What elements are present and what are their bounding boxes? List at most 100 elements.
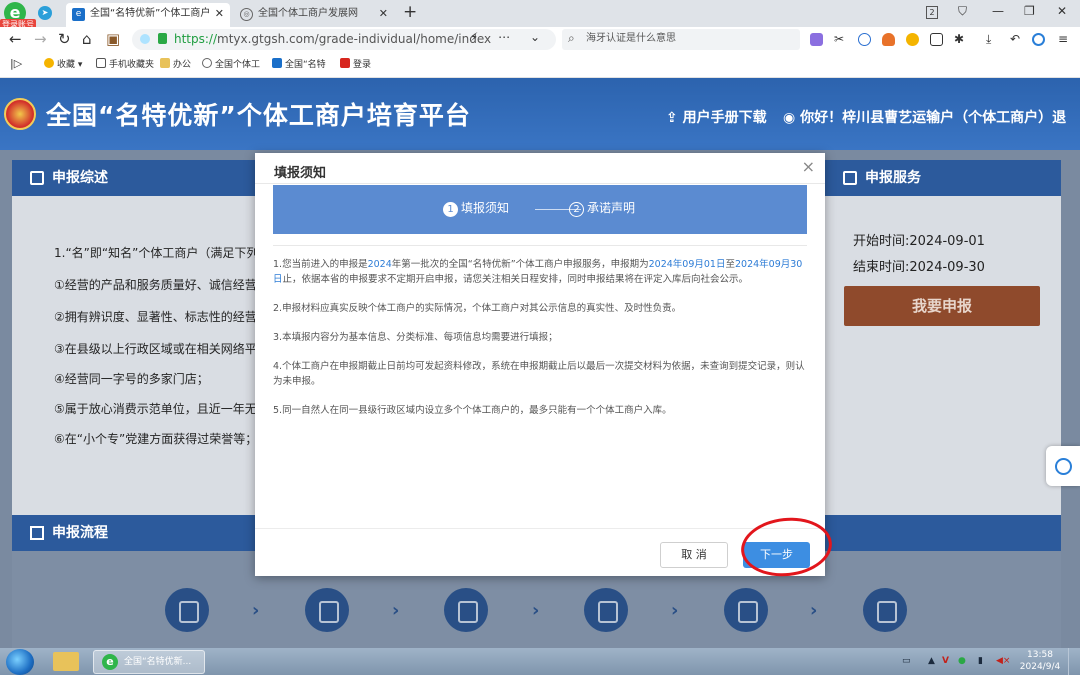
taskbar-browser-task[interactable]: e 全国“名特优新...: [93, 650, 205, 674]
sidebar-toggle-icon[interactable]: |▷: [10, 58, 22, 70]
url-tools[interactable]: ⚡ ⋯ ⌄: [470, 30, 548, 44]
tab-inactive[interactable]: ◎ 全国个体工商户发展网 ✕: [234, 3, 394, 27]
fox-extension-icon[interactable]: [882, 33, 895, 46]
tab-close-icon[interactable]: ✕: [215, 3, 224, 25]
user-icon: ◉: [783, 110, 801, 126]
flow-step-edit-icon[interactable]: [444, 588, 488, 632]
notice-dialog: 填报须知 × 1 填报须知 2 承诺声明 1.您当前进入的申报是2024年第一批次的…: [255, 153, 825, 576]
puzzle-icon[interactable]: ✱: [954, 33, 967, 46]
apply-button[interactable]: 我要申报: [844, 286, 1040, 326]
file-explorer-icon[interactable]: [53, 652, 79, 671]
close-icon[interactable]: ×: [802, 159, 815, 175]
screen-icon[interactable]: [930, 33, 943, 46]
overview-line: ④经营同一字号的多家门店；: [54, 372, 209, 386]
start-button[interactable]: [6, 649, 34, 675]
bookmarks-bar: |▷ 收藏 ▾ 手机收藏夹 办公 全国个体工 全国“名特 登录: [0, 52, 1080, 78]
notice-item-3: 3.本填报内容分为基本信息、分类标准、每项信息均需要进行填报；: [273, 332, 558, 343]
security-shield-icon: [140, 34, 150, 44]
undo-icon[interactable]: ↶: [1010, 33, 1023, 46]
overview-card-header: 申报综述: [12, 160, 260, 196]
flow-arrow-icon: ›: [392, 600, 400, 621]
url-text: mtyx.gtgsh.com/grade-individual/home/ind…: [217, 32, 492, 46]
compass-icon[interactable]: [858, 33, 871, 46]
bookmark-site1[interactable]: 全国个体工: [202, 58, 260, 71]
folder-icon: [160, 58, 170, 68]
tab-title: 全国“名特优新”个体工商户: [90, 8, 211, 19]
briefcase-icon[interactable]: ▣: [106, 30, 120, 48]
tab-active[interactable]: e 全国“名特优新”个体工商户 ✕: [66, 3, 230, 27]
shirt-skin-icon[interactable]: ⛉: [958, 4, 967, 19]
divider: [255, 183, 825, 184]
notice-item-5: 5.同一自然人在同一县级行政区域内设立多个个体工商户的，最多只能有一个个体工商户…: [273, 405, 672, 416]
flow-arrow-icon: ›: [252, 600, 260, 621]
lock-icon: [158, 33, 167, 44]
notice-content: 1.您当前进入的申报是2024年第一批次的全国“名特优新”个体工商户申报服务，申…: [273, 257, 807, 432]
bookmark-login[interactable]: 登录: [340, 58, 371, 71]
bookmark-mobile[interactable]: 手机收藏夹: [96, 58, 154, 71]
wechat-tray-icon[interactable]: ●: [958, 656, 966, 666]
keyboard-icon[interactable]: ▭: [902, 656, 911, 666]
show-desktop-button[interactable]: [1068, 648, 1080, 675]
document-icon: [30, 171, 44, 185]
globe-icon: [202, 58, 212, 68]
menu-icon[interactable]: ≡: [1058, 33, 1071, 46]
overview-line: 1.“名”即“知名”个体工商户（满足下列任: [54, 246, 271, 260]
floating-help-button[interactable]: [1046, 446, 1080, 486]
search-input[interactable]: 海牙认证是什么意思: [586, 32, 676, 46]
flowchart-icon: [30, 526, 44, 540]
help-icon: [1055, 458, 1072, 475]
flow-arrow-icon: ›: [671, 600, 679, 621]
forward-icon[interactable]: →: [34, 30, 47, 48]
flow-arrow-icon: ›: [810, 600, 818, 621]
manual-download-link[interactable]: ⇪ 用户手册下载: [666, 107, 767, 127]
search-icon: ⌕: [568, 31, 575, 45]
footer-divider: [255, 528, 825, 529]
telegram-icon[interactable]: ➤: [38, 6, 52, 20]
close-window-icon[interactable]: ✕: [1057, 4, 1067, 18]
flow-step-user-icon[interactable]: [305, 588, 349, 632]
bookmark-favorites[interactable]: 收藏 ▾: [44, 58, 82, 71]
party-emblem-icon: [340, 58, 350, 68]
user-greeting[interactable]: ◉ 你好！梓川县曹艺运输户（个体工商户）退: [783, 107, 1066, 127]
bookmark-site2[interactable]: 全国“名特: [272, 58, 326, 71]
service-card: 申报服务: [825, 160, 1061, 520]
volume-muted-icon[interactable]: ◀×: [996, 656, 1010, 666]
notice-item-2: 2.申报材料应真实反映个体工商户的实际情况，个体工商户对其公示信息的真实性、及时…: [273, 303, 682, 314]
flow-step-clipboard-icon[interactable]: [724, 588, 768, 632]
account-circle-icon[interactable]: [1032, 33, 1045, 46]
scissors-icon[interactable]: ✂: [834, 33, 847, 46]
step-1: 1 填报须知: [443, 200, 509, 217]
document-icon: [843, 171, 857, 185]
extension-purple-icon[interactable]: [810, 33, 823, 46]
divider: [273, 245, 807, 246]
flow-step-archive-icon[interactable]: [863, 588, 907, 632]
refresh-icon[interactable]: ↻: [58, 30, 71, 48]
bookmark-office[interactable]: 办公: [160, 58, 191, 71]
system-clock[interactable]: 13:58 2024/9/4: [1018, 649, 1062, 673]
minimize-icon[interactable]: —: [992, 4, 1004, 18]
home-icon[interactable]: ⌂: [82, 30, 92, 48]
cancel-button[interactable]: 取 消: [660, 542, 728, 568]
flow-arrow-icon: ›: [532, 600, 540, 621]
windows-taskbar: e 全国“名特优新... ▭ ▲ V ● ▮ ◀× 13:58 2024/9/4: [0, 648, 1080, 675]
restore-icon[interactable]: ❐: [1024, 4, 1035, 18]
back-icon[interactable]: ←: [9, 30, 22, 48]
flow-step-login-icon[interactable]: [165, 588, 209, 632]
new-tab-icon[interactable]: +: [403, 2, 417, 22]
antivirus-tray-icon[interactable]: V: [942, 656, 949, 666]
download-icon[interactable]: ⤓: [986, 33, 999, 46]
tab-favicon-icon: e: [72, 8, 85, 21]
flow-step-box-icon[interactable]: [584, 588, 628, 632]
e-favicon-icon: [272, 58, 282, 68]
url-field[interactable]: https://mtyx.gtgsh.com/grade-individual/…: [132, 29, 556, 50]
tab-count-badge[interactable]: 2: [926, 6, 938, 19]
star-icon: [44, 58, 54, 68]
shield-extension-icon[interactable]: [906, 33, 919, 46]
tray-expand-icon[interactable]: ▲: [928, 656, 935, 666]
tab-close-icon[interactable]: ✕: [379, 3, 388, 25]
end-time: 结束时间:2024-09-30: [853, 260, 985, 275]
start-time: 开始时间:2024-09-01: [853, 234, 985, 249]
step-indicator: 1 填报须知 2 承诺声明: [273, 185, 807, 234]
network-icon[interactable]: ▮: [978, 656, 983, 666]
search-box[interactable]: ⌕ 海牙认证是什么意思: [562, 29, 800, 50]
